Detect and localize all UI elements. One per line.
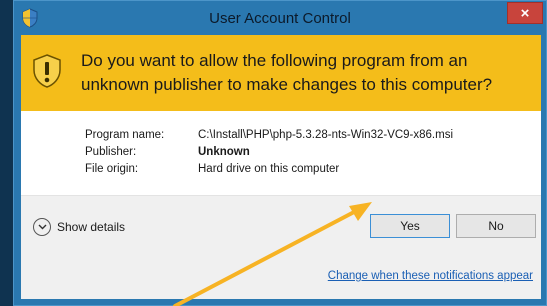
chevron-down-circle-icon [33,218,51,236]
uac-shield-icon [22,8,38,28]
warning-banner: Do you want to allow the following progr… [21,35,541,111]
show-details-label: Show details [57,220,126,234]
publisher-row: Publisher: Unknown [85,144,453,161]
program-name-label: Program name: [85,129,165,141]
uac-question: Do you want to allow the following progr… [81,51,493,94]
no-button[interactable]: No [456,214,536,238]
close-icon: × [520,4,530,22]
close-button[interactable]: × [507,2,543,24]
publisher-value: Unknown [198,146,250,158]
program-details: Program name: C:\Install\PHP\php-5.3.28-… [85,127,453,178]
change-notifications-link[interactable]: Change when these notifications appear [328,270,533,282]
dialog-content: Do you want to allow the following progr… [21,35,541,299]
uac-dialog-window: User Account Control × Do you want to al… [13,0,547,306]
program-name-row: Program name: C:\Install\PHP\php-5.3.28-… [85,127,453,144]
warning-shield-icon [33,54,61,88]
file-origin-value: Hard drive on this computer [198,163,340,175]
file-origin-row: File origin: Hard drive on this computer [85,161,453,178]
file-origin-label: File origin: [85,163,139,175]
yes-button[interactable]: Yes [370,214,450,238]
title-bar[interactable]: User Account Control × [14,1,546,35]
window-title: User Account Control [209,9,351,27]
program-name-value: C:\Install\PHP\php-5.3.28-nts-Win32-VC9-… [198,129,454,141]
publisher-label: Publisher: [85,146,137,158]
show-details-toggle[interactable]: Show details [33,218,125,236]
dialog-footer: Show details Yes No Change when these no… [21,196,541,299]
